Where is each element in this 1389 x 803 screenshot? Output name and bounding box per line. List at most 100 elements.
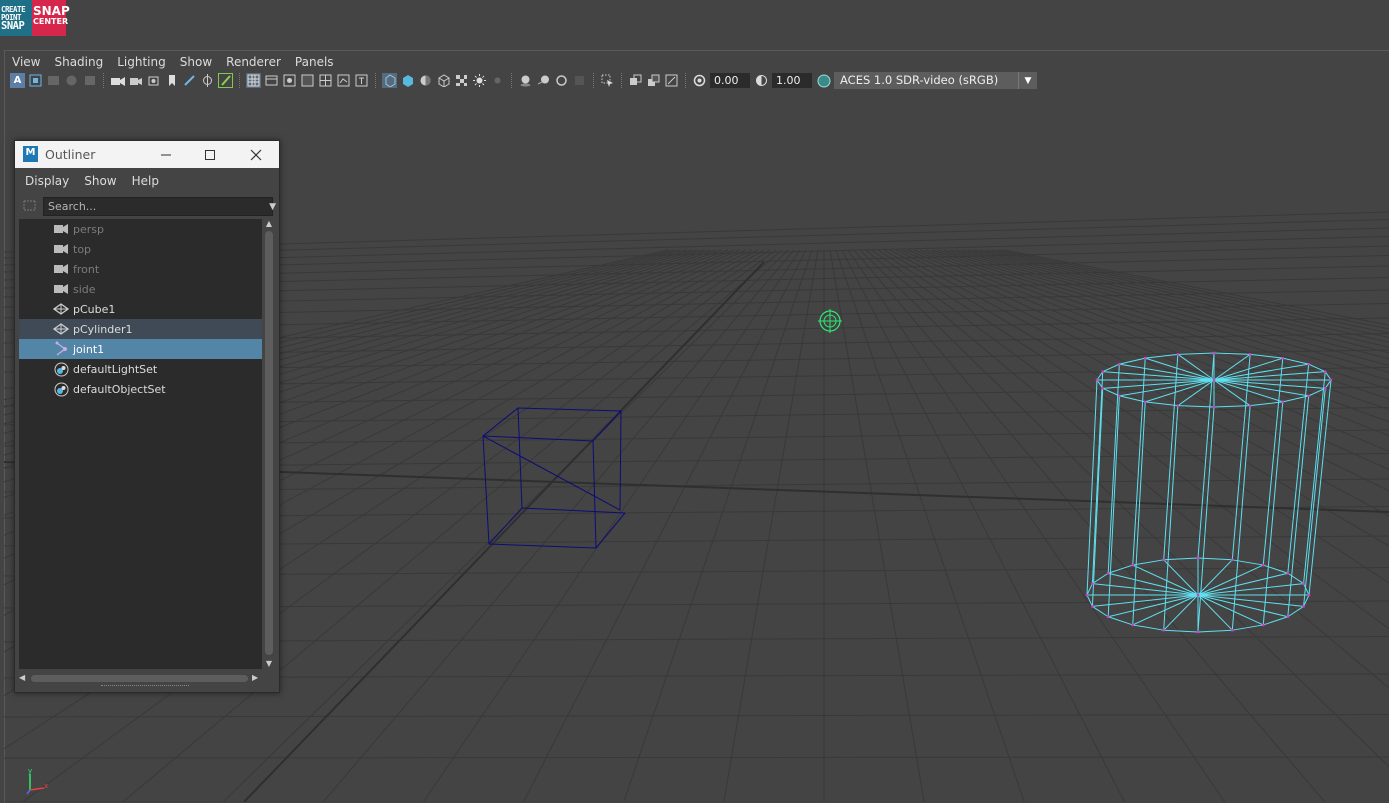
bookmark-icon[interactable] — [64, 73, 79, 88]
exposure-field[interactable]: 0.00 — [710, 73, 750, 88]
resolution-gate-icon[interactable] — [282, 73, 297, 88]
outliner-item-label: joint1 — [73, 342, 105, 356]
menu-panels[interactable]: Panels — [288, 53, 341, 71]
menu-renderer[interactable]: Renderer — [219, 53, 288, 71]
svg-text:y: y — [28, 768, 32, 775]
paint-icon[interactable] — [218, 73, 233, 88]
maya-logo-icon: M — [23, 146, 38, 162]
separator — [239, 73, 246, 88]
outliner-item-pcube1[interactable]: pCube1 — [19, 299, 262, 319]
logo-line: CENTER — [33, 17, 69, 26]
camera-gate-icon[interactable] — [146, 73, 161, 88]
maximize-icon — [204, 149, 215, 160]
close-button[interactable] — [233, 141, 278, 168]
outliner-item-joint1[interactable]: joint1 — [19, 339, 262, 359]
outliner-item-defaultobjectset[interactable]: defaultObjectSet — [19, 379, 262, 399]
svg-text:x: x — [44, 782, 48, 790]
minimize-icon — [160, 154, 171, 155]
wireframe-icon[interactable] — [382, 73, 397, 88]
wireframe-on-shaded-icon[interactable] — [436, 73, 451, 88]
select-camera-icon[interactable]: A — [10, 73, 25, 88]
camera-attributes-icon[interactable] — [46, 73, 61, 88]
search-input[interactable] — [43, 197, 273, 216]
bookmark-flag-icon[interactable] — [164, 73, 179, 88]
resize-grip[interactable] — [101, 685, 189, 688]
depth-of-field-icon[interactable] — [572, 73, 587, 88]
safe-title-icon[interactable] — [354, 73, 369, 88]
outliner-item-label: defaultObjectSet — [73, 382, 166, 396]
outliner-window[interactable]: M Outliner Display Show Help ▼ persp top f… — [14, 140, 280, 693]
search-options-chevron-icon[interactable]: ▼ — [269, 202, 276, 212]
film-gate-toggle-icon[interactable] — [264, 73, 279, 88]
minimize-button[interactable] — [143, 141, 188, 168]
gamma-icon[interactable] — [754, 73, 769, 88]
outliner-item-defaultlightset[interactable]: defaultLightSet — [19, 359, 262, 379]
outliner-title-bar[interactable]: M Outliner — [15, 141, 279, 168]
shadows-icon[interactable] — [490, 73, 505, 88]
scroll-left-arrow-icon[interactable]: ◀ — [19, 672, 29, 684]
safe-action-icon[interactable] — [336, 73, 351, 88]
default-material-icon[interactable] — [418, 73, 433, 88]
vertical-scrollbar[interactable]: ▲ ▼ — [264, 219, 274, 675]
grid-toggle-icon[interactable] — [246, 73, 261, 88]
film-gate-icon[interactable] — [182, 73, 197, 88]
field-chart-toggle-icon[interactable] — [318, 73, 333, 88]
outliner-item-list[interactable]: persp top front side pCube1 pCylinder1 joint1 d… — [19, 219, 262, 669]
grease-pencil-icon[interactable] — [128, 73, 143, 88]
2d-pan-zoom-icon[interactable] — [110, 73, 125, 88]
smooth-shade-icon[interactable] — [400, 73, 415, 88]
lights-icon[interactable] — [472, 73, 487, 88]
menu-view[interactable]: View — [5, 53, 47, 71]
separator — [621, 73, 628, 88]
outliner-item-pcylinder1[interactable]: pCylinder1 — [19, 319, 262, 339]
joint-icon — [53, 341, 69, 357]
menu-show[interactable]: Show — [173, 53, 219, 71]
menu-lighting[interactable]: Lighting — [110, 53, 173, 71]
xray-icon[interactable] — [628, 73, 643, 88]
mesh-icon — [53, 321, 69, 337]
outliner-item-top[interactable]: top — [19, 239, 262, 259]
field-chart-icon[interactable] — [200, 73, 215, 88]
logo-line: SNAP — [1, 20, 25, 32]
gate-mask-icon[interactable] — [300, 73, 315, 88]
screen-space-ao-icon[interactable] — [518, 73, 533, 88]
menu-shading[interactable]: Shading — [47, 53, 110, 71]
view-transform-icon[interactable] — [816, 73, 831, 88]
separator — [375, 73, 382, 88]
menu-display[interactable]: Display — [20, 168, 74, 194]
color-space-dropdown[interactable]: ACES 1.0 SDR-video (sRGB) — [834, 72, 1018, 89]
panel-menu-bar: View Shading Lighting Show Renderer Pane… — [5, 53, 341, 71]
camera-icon — [53, 241, 69, 257]
outliner-item-front[interactable]: front — [19, 259, 262, 279]
menu-help[interactable]: Help — [127, 168, 164, 194]
exposure-icon[interactable] — [692, 73, 707, 88]
motion-blur-icon[interactable] — [536, 73, 551, 88]
separator — [685, 73, 692, 88]
textured-icon[interactable] — [454, 73, 469, 88]
scroll-down-arrow-icon[interactable]: ▼ — [264, 659, 274, 669]
outliner-item-label: front — [73, 262, 100, 276]
maximize-button[interactable] — [187, 141, 232, 168]
menu-show[interactable]: Show — [79, 168, 121, 194]
chevron-down-icon[interactable]: ▼ — [1018, 72, 1037, 89]
xray-active-icon[interactable] — [646, 73, 661, 88]
scroll-right-arrow-icon[interactable]: ▶ — [252, 672, 262, 684]
outliner-item-label: defaultLightSet — [73, 362, 158, 376]
gamma-field[interactable]: 1.00 — [772, 73, 812, 88]
isolate-select-icon[interactable] — [600, 73, 615, 88]
outliner-item-side[interactable]: side — [19, 279, 262, 299]
scroll-thumb[interactable] — [265, 231, 273, 655]
scroll-thumb[interactable] — [31, 675, 248, 682]
image-plane-icon[interactable] — [82, 73, 97, 88]
multisample-aa-icon[interactable] — [554, 73, 569, 88]
frame-all-icon[interactable] — [28, 73, 43, 88]
horizontal-scrollbar[interactable]: ◀ ▶ — [19, 672, 262, 684]
set-icon — [53, 381, 69, 397]
joint1-locator[interactable] — [818, 309, 842, 333]
xray-joints-icon[interactable] — [664, 73, 679, 88]
scroll-up-arrow-icon[interactable]: ▲ — [264, 219, 274, 229]
top-bar: CREATE POINT SNAP SNAP CENTER — [0, 0, 1389, 48]
filter-icon[interactable] — [21, 198, 38, 215]
outliner-item-label: top — [73, 242, 92, 256]
outliner-item-persp[interactable]: persp — [19, 219, 262, 239]
